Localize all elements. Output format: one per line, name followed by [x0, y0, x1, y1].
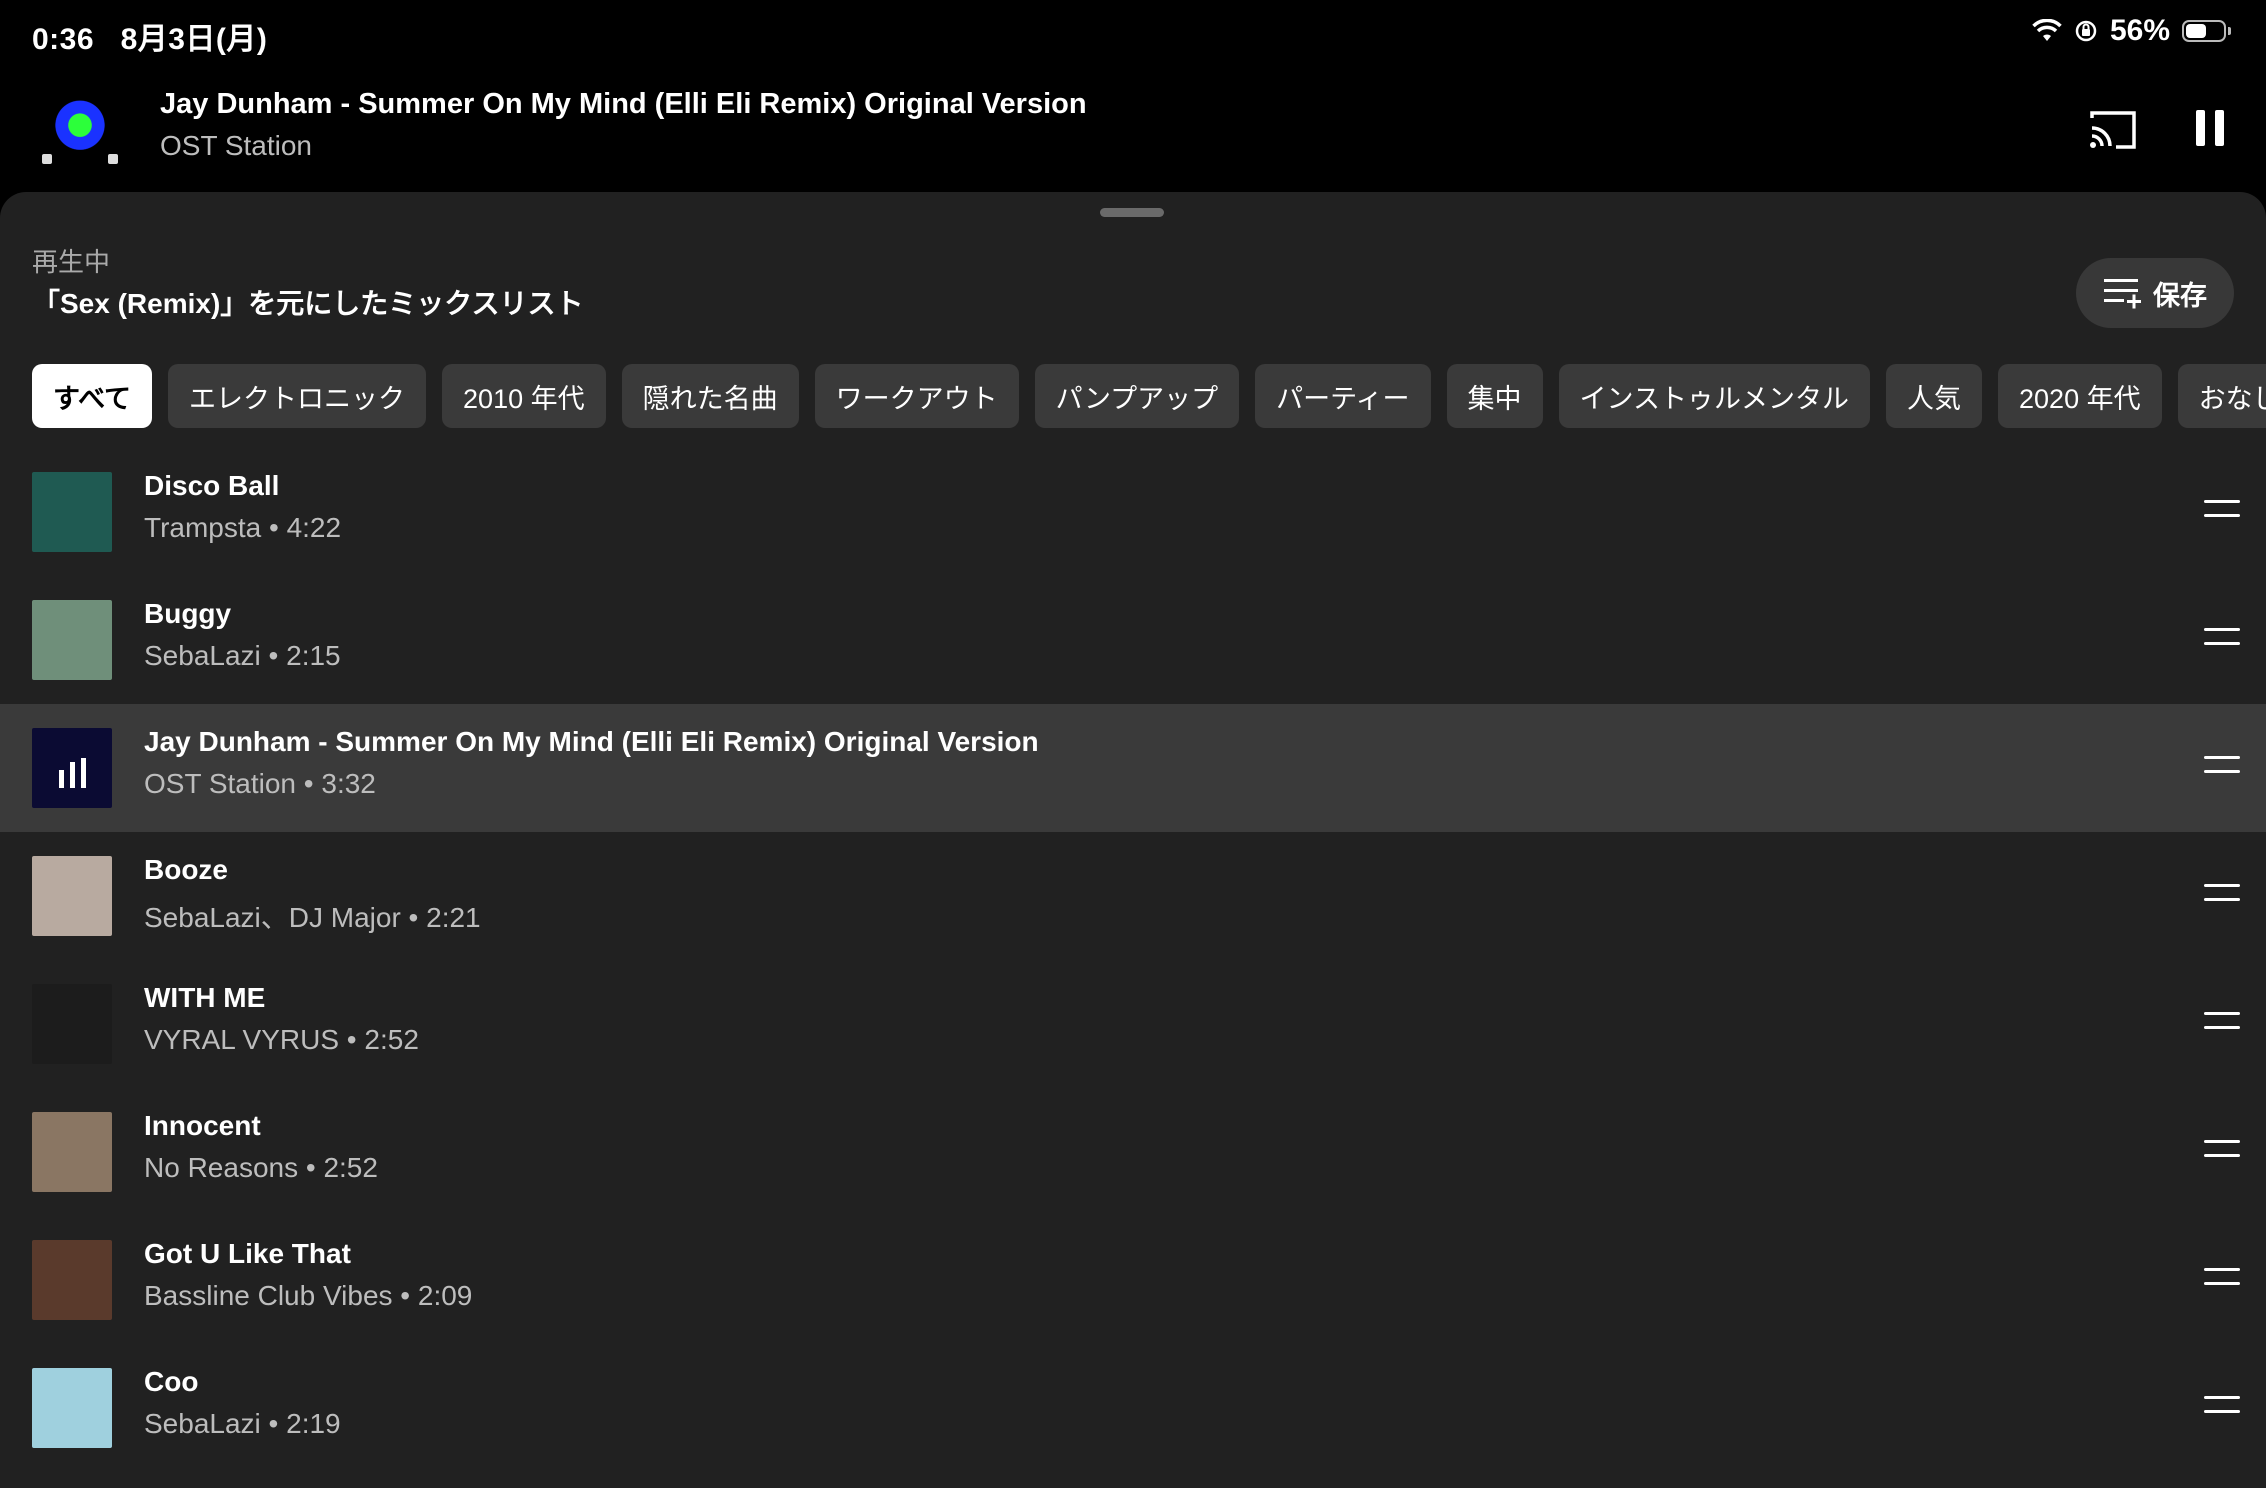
filter-chip[interactable]: パンプアップ [1034, 364, 1240, 428]
filter-chip[interactable]: ワークアウト [814, 364, 1019, 428]
filter-chip[interactable]: パーティー [1255, 364, 1431, 428]
save-button-label: 保存 [2153, 280, 2207, 311]
track-row[interactable]: Buggy SebaLazi • 2:15 [0, 576, 2266, 704]
track-row[interactable]: Booze SebaLazi、DJ Major • 2:21 [0, 832, 2266, 960]
track-subtitle: Trampsta • 4:22 [144, 512, 342, 543]
track-title: Innocent [144, 1110, 261, 1141]
track-title: WITH ME [144, 982, 266, 1013]
status-bar: 0:36 8月3日(月) 56% [0, 0, 2266, 64]
track-row[interactable]: Got U Like That Bassline Club Vibes • 2:0… [0, 1216, 2266, 1344]
queue-sheet: 再生中 「Sex (Remix)」を元にしたミックスリスト 保存 すべて エレクト… [0, 192, 2266, 1488]
mini-player-title: Jay Dunham - Summer On My Mind (Elli Eli… [160, 88, 1087, 120]
now-playing-equalizer-icon [32, 728, 112, 808]
track-title: Got U Like That [144, 1238, 351, 1269]
cast-icon[interactable] [2088, 108, 2138, 152]
orientation-lock-icon [2075, 20, 2097, 42]
track-title: Coo [144, 1366, 199, 1397]
track-subtitle: Bassline Club Vibes • 2:09 [144, 1280, 473, 1311]
filter-chip[interactable]: 2010 年代 [442, 364, 606, 428]
save-button[interactable]: 保存 [2076, 258, 2234, 328]
track-row[interactable]: WITH ME VYRAL VYRUS • 2:52 [0, 960, 2266, 1088]
track-subtitle: SebaLazi • 2:15 [144, 640, 341, 671]
track-subtitle: No Reasons • 2:52 [144, 1152, 378, 1183]
drag-handle-icon[interactable] [2204, 1006, 2240, 1036]
filter-chip[interactable]: 2020 年代 [1998, 364, 2162, 428]
playlist-add-icon [2104, 279, 2141, 309]
track-subtitle: SebaLazi • 2:19 [144, 1408, 341, 1439]
track-thumbnail [32, 1240, 112, 1320]
pause-icon[interactable] [2194, 108, 2226, 148]
track-subtitle: OST Station • 3:32 [144, 768, 376, 799]
battery-percentage: 56% [2109, 14, 2170, 47]
filter-chip[interactable]: エレクトロニック [168, 364, 427, 428]
track-thumbnail [32, 472, 112, 552]
track-list: Disco Ball Trampsta • 4:22 Buggy SebaLazi •… [0, 448, 2266, 1472]
track-row[interactable]: Innocent No Reasons • 2:52 [0, 1088, 2266, 1216]
track-thumbnail [32, 1112, 112, 1192]
filter-chips: すべて エレクトロニック 2010 年代 隠れた名曲 ワークアウト パンプアップ パーティー… [32, 364, 2266, 428]
filter-chip[interactable]: すべて [32, 364, 153, 428]
mini-player-artwork [32, 82, 128, 178]
mix-title: 「Sex (Remix)」を元にしたミックスリスト [32, 288, 584, 319]
mini-player[interactable]: Jay Dunham - Summer On My Mind (Elli Eli… [0, 64, 2266, 192]
track-thumbnail [32, 600, 112, 680]
wifi-icon [2032, 19, 2062, 41]
track-title: Disco Ball [144, 470, 280, 501]
filter-chip[interactable]: インストゥルメンタル [1558, 364, 1871, 428]
drag-handle-icon[interactable] [2204, 622, 2240, 652]
drag-handle-icon[interactable] [2204, 1134, 2240, 1164]
drag-handle-icon[interactable] [2204, 1262, 2240, 1292]
status-date: 8月3日(月) [120, 23, 268, 56]
filter-chip[interactable]: おなじみ [2177, 364, 2266, 428]
track-thumbnail [32, 1368, 112, 1448]
track-subtitle: VYRAL VYRUS • 2:52 [144, 1024, 419, 1055]
track-row[interactable]: Disco Ball Trampsta • 4:22 [0, 448, 2266, 576]
status-indicators: 56% [2032, 14, 2231, 48]
track-title: Buggy [144, 598, 232, 629]
sheet-drag-handle[interactable] [1100, 208, 1164, 217]
track-subtitle: SebaLazi、DJ Major • 2:21 [144, 902, 481, 933]
filter-chip[interactable]: 隠れた名曲 [621, 364, 799, 428]
track-title: Jay Dunham - Summer On My Mind (Elli Eli… [144, 726, 1039, 757]
drag-handle-icon[interactable] [2204, 494, 2240, 524]
track-thumbnail [32, 984, 112, 1064]
battery-icon [2182, 20, 2231, 42]
drag-handle-icon[interactable] [2204, 878, 2240, 908]
track-row[interactable]: Coo SebaLazi • 2:19 [0, 1344, 2266, 1472]
track-thumbnail [32, 856, 112, 936]
mini-player-artist: OST Station [160, 130, 313, 161]
now-playing-label: 再生中 [32, 247, 111, 277]
status-time: 0:36 8月3日(月) [32, 23, 268, 56]
filter-chip[interactable]: 人気 [1886, 364, 1983, 428]
filter-chip[interactable]: 集中 [1446, 364, 1543, 428]
track-title: Booze [144, 854, 228, 885]
track-row[interactable]: Jay Dunham - Summer On My Mind (Elli Eli… [0, 704, 2266, 832]
drag-handle-icon[interactable] [2204, 1390, 2240, 1420]
drag-handle-icon[interactable] [2204, 750, 2240, 780]
